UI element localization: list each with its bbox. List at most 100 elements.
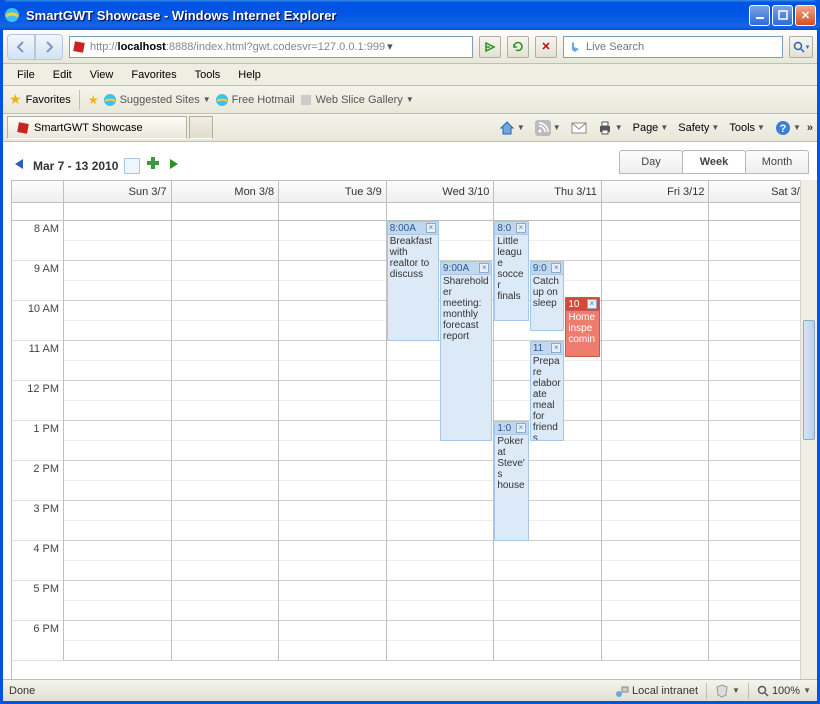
zoom-control[interactable]: 100% ▼: [757, 685, 811, 697]
calendar-event[interactable]: 8:00A×Breakfast with realtor to discuss: [387, 221, 439, 341]
time-slot[interactable]: [494, 621, 601, 641]
help-button[interactable]: ?▼: [771, 120, 805, 136]
time-slot[interactable]: [64, 581, 171, 601]
time-slot[interactable]: [387, 621, 494, 641]
address-bar[interactable]: http://localhost:8888/index.html?gwt.cod…: [69, 36, 473, 58]
allday-cell[interactable]: [494, 203, 602, 220]
time-slot[interactable]: [602, 281, 709, 301]
time-slot[interactable]: [172, 501, 279, 521]
add-event-button[interactable]: [146, 156, 160, 175]
time-slot[interactable]: [602, 441, 709, 461]
search-box[interactable]: [563, 36, 783, 58]
time-slot[interactable]: [494, 561, 601, 581]
search-input[interactable]: [586, 41, 778, 53]
day-header-3[interactable]: Wed 3/10: [387, 181, 495, 202]
time-slot[interactable]: [602, 641, 709, 661]
time-slot[interactable]: [494, 581, 601, 601]
time-slot[interactable]: [172, 581, 279, 601]
time-slot[interactable]: [279, 401, 386, 421]
time-slot[interactable]: [64, 341, 171, 361]
time-slot[interactable]: [172, 521, 279, 541]
menu-favorites[interactable]: Favorites: [123, 67, 184, 83]
time-slot[interactable]: [64, 381, 171, 401]
time-slot[interactable]: [172, 281, 279, 301]
time-slot[interactable]: [172, 461, 279, 481]
browser-tab[interactable]: SmartGWT Showcase: [7, 116, 187, 139]
time-slot[interactable]: [279, 301, 386, 321]
allday-cell[interactable]: [387, 203, 495, 220]
page-menu[interactable]: Page ▼: [629, 122, 673, 134]
date-picker-button[interactable]: [124, 158, 140, 174]
overflow-button[interactable]: »: [807, 122, 813, 134]
suggested-sites-link[interactable]: Suggested Sites▼: [103, 93, 211, 107]
time-slot[interactable]: [279, 621, 386, 641]
maximize-button[interactable]: [772, 5, 793, 26]
time-slot[interactable]: [172, 321, 279, 341]
time-slot[interactable]: [172, 301, 279, 321]
time-slot[interactable]: [387, 561, 494, 581]
calendar-event[interactable]: 1:0×Poker at Steve's house: [494, 421, 529, 541]
time-slot[interactable]: [279, 541, 386, 561]
safety-menu[interactable]: Safety ▼: [674, 122, 723, 134]
event-close-icon[interactable]: ×: [551, 343, 561, 353]
time-slot[interactable]: [279, 221, 386, 241]
tab-day[interactable]: Day: [619, 150, 683, 174]
time-slot[interactable]: [279, 421, 386, 441]
feeds-button[interactable]: ▼: [531, 120, 565, 136]
security-zone[interactable]: Local intranet: [615, 684, 698, 698]
time-slot[interactable]: [279, 241, 386, 261]
address-dropdown[interactable]: ▾: [387, 40, 393, 53]
time-slot[interactable]: [602, 361, 709, 381]
time-slot[interactable]: [64, 421, 171, 441]
time-slot[interactable]: [279, 361, 386, 381]
time-slot[interactable]: [172, 261, 279, 281]
time-slot[interactable]: [172, 241, 279, 261]
time-slot[interactable]: [64, 221, 171, 241]
time-slot[interactable]: [387, 461, 494, 481]
time-slot[interactable]: [279, 581, 386, 601]
forward-button[interactable]: [35, 34, 63, 60]
back-button[interactable]: [7, 34, 35, 60]
time-slot[interactable]: [387, 481, 494, 501]
time-slot[interactable]: [279, 501, 386, 521]
time-slot[interactable]: [64, 521, 171, 541]
time-slot[interactable]: [64, 281, 171, 301]
protected-mode[interactable]: ▼: [715, 684, 740, 698]
time-slot[interactable]: [387, 601, 494, 621]
time-slot[interactable]: [64, 261, 171, 281]
time-slot[interactable]: [172, 481, 279, 501]
minimize-button[interactable]: [749, 5, 770, 26]
time-slot[interactable]: [64, 621, 171, 641]
time-slot[interactable]: [172, 621, 279, 641]
allday-cell[interactable]: [602, 203, 710, 220]
time-slot[interactable]: [602, 461, 709, 481]
time-slot[interactable]: [172, 541, 279, 561]
time-slot[interactable]: [387, 501, 494, 521]
stop-button[interactable]: ✕: [535, 36, 557, 58]
time-slot[interactable]: [279, 281, 386, 301]
tools-menu[interactable]: Tools ▼: [725, 122, 769, 134]
next-button[interactable]: [166, 157, 182, 174]
time-slot[interactable]: [172, 381, 279, 401]
time-slot[interactable]: [602, 561, 709, 581]
time-slot[interactable]: [602, 421, 709, 441]
time-slot[interactable]: [64, 481, 171, 501]
vertical-scrollbar[interactable]: [800, 180, 817, 679]
time-slot[interactable]: [279, 461, 386, 481]
time-slot[interactable]: [64, 461, 171, 481]
event-close-icon[interactable]: ×: [426, 223, 436, 233]
time-slot[interactable]: [64, 301, 171, 321]
day-header-2[interactable]: Tue 3/9: [279, 181, 387, 202]
time-slot[interactable]: [387, 521, 494, 541]
time-slot[interactable]: [602, 341, 709, 361]
time-slot[interactable]: [602, 621, 709, 641]
time-slot[interactable]: [279, 261, 386, 281]
calendar-event[interactable]: 9:0×Catch up on sleep: [530, 261, 565, 331]
time-slot[interactable]: [64, 501, 171, 521]
web-slice-link[interactable]: Web Slice Gallery▼: [299, 93, 414, 107]
time-slot[interactable]: [172, 561, 279, 581]
time-slot[interactable]: [64, 441, 171, 461]
time-slot[interactable]: [64, 361, 171, 381]
time-slot[interactable]: [279, 561, 386, 581]
calendar-event[interactable]: 9:00A×Shareholder meeting: monthly forec…: [440, 261, 492, 441]
